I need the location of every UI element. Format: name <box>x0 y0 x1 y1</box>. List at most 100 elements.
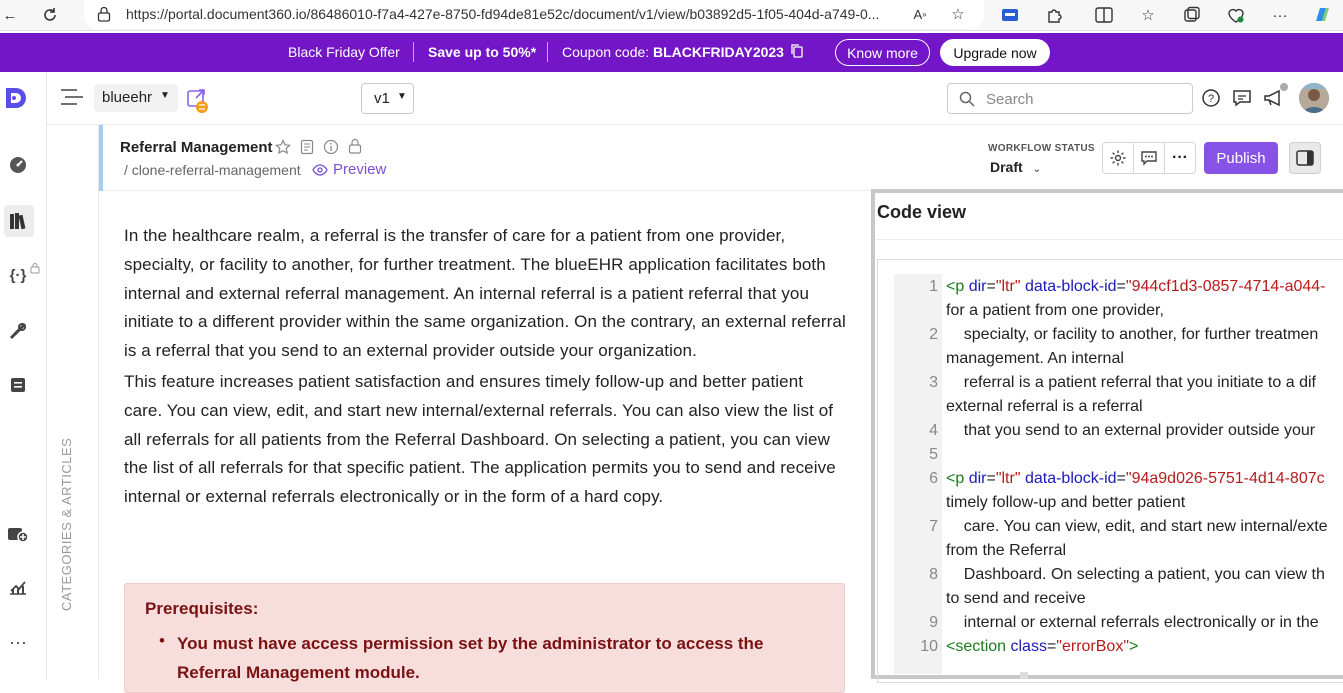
avatar[interactable] <box>1299 83 1329 113</box>
svg-text:?: ? <box>1208 93 1214 105</box>
article-header: Referral Management / clone-referral-man… <box>99 125 1343 191</box>
comments-icon[interactable] <box>1232 88 1252 108</box>
star-icon[interactable] <box>275 139 291 155</box>
project-selector[interactable]: blueehr ▼ <box>94 84 178 112</box>
categories-panel-collapsed[interactable]: CATEGORIES & ARTICLES <box>47 125 99 679</box>
extension-app-icon[interactable] <box>1000 5 1020 25</box>
code-editor[interactable]: 1 <p dir="ltr" data-block-id="944cf1d3-08… <box>877 259 1343 683</box>
code-token: <section <box>946 638 1011 655</box>
refresh-icon[interactable] <box>40 5 60 25</box>
workflow-status-label: WORKFLOW STATUS <box>988 143 1095 154</box>
paragraph: In the healthcare realm, a referral is t… <box>124 226 846 361</box>
announcements-megaphone-icon[interactable] <box>1263 88 1285 108</box>
workflow-status-value: Draft <box>990 159 1023 175</box>
browser-essentials-icon[interactable] <box>1226 5 1246 25</box>
code-token: = <box>986 278 996 295</box>
more-menu-icon[interactable]: ··· <box>1270 5 1290 25</box>
article-title: Referral Management <box>120 139 273 156</box>
line-number: 8 <box>929 566 938 583</box>
publish-button[interactable]: Publish <box>1204 142 1278 174</box>
lock-icon[interactable] <box>348 138 362 154</box>
menu-collapse-icon[interactable] <box>60 88 84 106</box>
line-number: 10 <box>920 638 938 655</box>
favorite-star-icon[interactable]: ☆ <box>948 4 968 24</box>
url-text: https://portal.document360.io/86486010-f… <box>126 6 880 22</box>
chevron-down-icon: ⌄ <box>1032 164 1041 175</box>
gear-icon <box>1110 150 1126 166</box>
header-accent-bar <box>99 125 103 191</box>
line-number: 7 <box>929 518 938 535</box>
favorites-icon[interactable]: ☆ <box>1138 5 1158 25</box>
analytics-icon[interactable] <box>4 573 32 601</box>
line-number: 9 <box>929 614 938 631</box>
code-token: <p <box>946 470 969 487</box>
back-icon[interactable]: ← <box>0 5 20 25</box>
more-options-button[interactable]: ··· <box>1164 142 1196 174</box>
code-token: "errorBox" <box>1056 638 1129 655</box>
code-token: dir <box>968 470 987 487</box>
divider <box>547 42 548 62</box>
split-screen-icon[interactable] <box>1094 5 1114 25</box>
version-label: v1 <box>374 90 390 107</box>
extensions-puzzle-icon[interactable] <box>1045 5 1065 25</box>
code-text: external referral is a referral <box>946 398 1143 415</box>
comments-button[interactable] <box>1133 142 1165 174</box>
eye-icon <box>312 163 328 176</box>
tools-icon[interactable] <box>4 317 32 345</box>
code-view-title: Code view <box>877 202 967 222</box>
preview-label: Preview <box>333 161 387 178</box>
coupon-code: BLACKFRIDAY2023 <box>653 44 784 60</box>
settings-button[interactable] <box>1102 142 1134 174</box>
project-name: blueehr <box>102 89 153 106</box>
resize-handle[interactable] <box>1020 672 1028 679</box>
code-text: to send and receive <box>946 590 1086 607</box>
document360-logo-icon[interactable] <box>2 84 30 112</box>
paragraph: This feature increases patient satisfact… <box>124 371 836 507</box>
search-input[interactable]: Search <box>947 83 1193 114</box>
info-icon[interactable] <box>323 139 339 155</box>
code-token: data-block-id <box>1020 470 1117 487</box>
prereq-title: Prerequisites: <box>145 599 259 618</box>
code-text: referral is a patient referral that you … <box>946 374 1316 391</box>
code-text: care. You can view, edit, and start new … <box>946 518 1328 535</box>
divider <box>875 239 1343 240</box>
dashboard-gauge-icon[interactable] <box>4 151 32 179</box>
code-token: "94a9d026-5751-4d14-807c <box>1125 470 1325 487</box>
preview-link[interactable]: Preview <box>312 161 386 178</box>
collections-icon[interactable] <box>1182 5 1202 25</box>
more-icon[interactable]: ··· <box>4 628 32 656</box>
read-aloud-icon[interactable]: A» <box>910 4 930 24</box>
side-panel-toggle-button[interactable] <box>1289 142 1321 174</box>
comment-icon <box>1141 151 1157 166</box>
add-widget-icon[interactable] <box>4 519 32 547</box>
line-number: 1 <box>929 278 938 295</box>
drive-storage-icon[interactable] <box>4 371 32 399</box>
know-more-button[interactable]: Know more <box>835 39 930 66</box>
version-selector[interactable]: v1 ▼ <box>361 83 414 114</box>
promo-offer: Black Friday Offer <box>288 44 400 60</box>
code-text: Dashboard. On selecting a patient, you c… <box>946 566 1325 583</box>
notification-dot <box>1280 83 1288 91</box>
promo-banner: Black Friday Offer Save up to 50%* Coupo… <box>0 33 1343 72</box>
copy-icon[interactable] <box>790 43 804 59</box>
help-icon[interactable]: ? <box>1201 88 1221 108</box>
copilot-icon[interactable] <box>1312 5 1332 25</box>
browser-toolbar: ← https://portal.document360.io/86486010… <box>0 0 1343 31</box>
coupon-label: Coupon code: <box>562 44 650 60</box>
address-bar[interactable]: https://portal.document360.io/86486010-f… <box>84 0 984 29</box>
external-link-icon[interactable] <box>187 89 209 113</box>
workflow-status-dropdown[interactable]: Draft ⌄ <box>990 159 1041 175</box>
code-token: = <box>986 470 996 487</box>
code-token: "944cf1d3-0857-4714-a044- <box>1125 278 1326 295</box>
knowledge-base-books-icon[interactable] <box>4 205 34 237</box>
bullet: • <box>159 631 165 650</box>
notes-icon[interactable] <box>300 139 314 155</box>
lock-icon <box>94 4 114 24</box>
code-token: "ltr" <box>995 470 1021 487</box>
code-text: internal or external referrals electroni… <box>946 614 1319 631</box>
upgrade-now-button[interactable]: Upgrade now <box>940 39 1050 66</box>
code-text: <section class="errorBox"> <box>946 638 1138 656</box>
code-text: timely follow-up and better patient <box>946 494 1186 511</box>
code-text: that you send to an external provider ou… <box>946 422 1320 439</box>
search-icon <box>959 91 975 107</box>
